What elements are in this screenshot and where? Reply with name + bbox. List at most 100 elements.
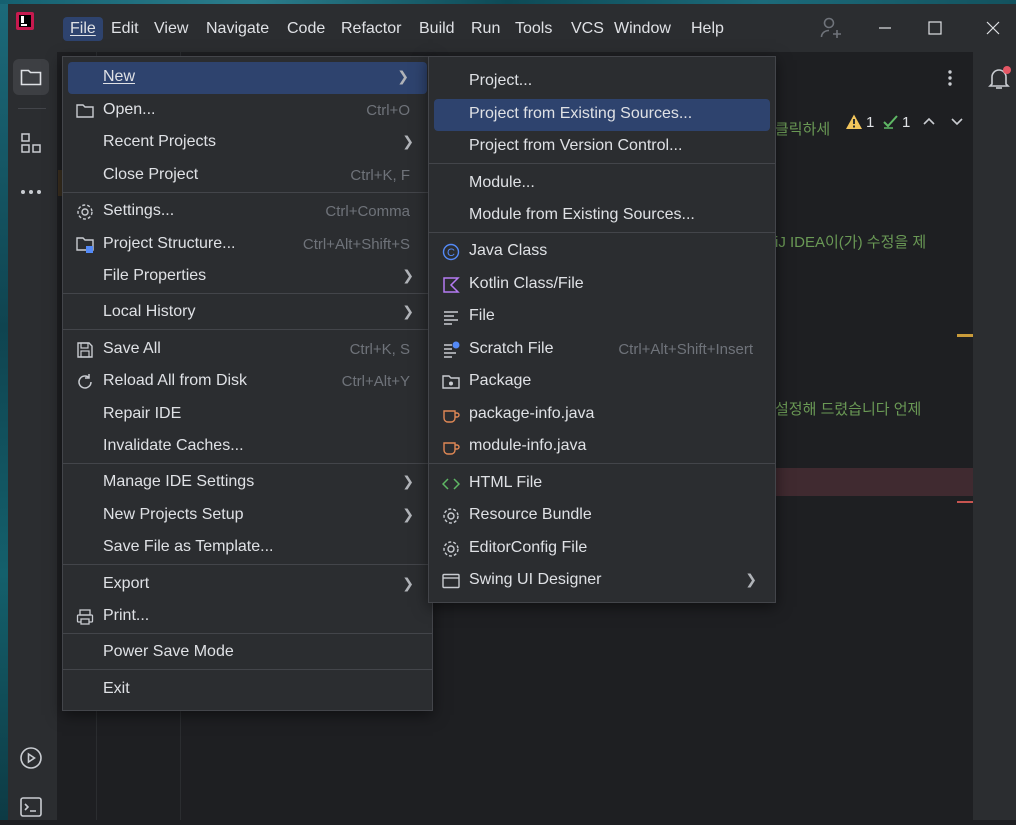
menu-navigate[interactable]: Navigate [199, 17, 276, 41]
menu-build[interactable]: Build [412, 17, 462, 41]
file-menu-save-all[interactable]: Save All Ctrl+K, S [63, 334, 432, 366]
new-project-from-vcs[interactable]: Project from Version Control... [429, 131, 775, 163]
file-menu-close-project[interactable]: Close Project Ctrl+K, F [63, 160, 432, 192]
svg-text:C: C [447, 247, 455, 259]
menu-separator [429, 463, 775, 464]
save-icon [75, 340, 95, 360]
menu-help[interactable]: Help [684, 17, 731, 41]
new-java-class[interactable]: C Java Class [429, 236, 775, 268]
new-resource-bundle[interactable]: Resource Bundle [429, 500, 775, 532]
new-package-info[interactable]: package-info.java [429, 399, 775, 431]
menu-separator [63, 329, 432, 330]
file-menu-reload-all[interactable]: Reload All from Disk Ctrl+Alt+Y [63, 366, 432, 398]
new-module[interactable]: Module... [429, 168, 775, 200]
desktop-background [0, 0, 8, 820]
check-count: 1 [902, 114, 911, 131]
file-menu-project-structure[interactable]: Project Structure... Ctrl+Alt+Shift+S [63, 229, 432, 261]
services-icon[interactable] [13, 740, 49, 776]
chevron-right-icon: ❯ [402, 473, 414, 489]
menu-window[interactable]: Window [607, 17, 678, 41]
folder-icon [75, 101, 95, 121]
menu-separator [63, 463, 432, 464]
file-menu-recent-projects[interactable]: Recent Projects ❯ [63, 127, 432, 159]
printer-icon [75, 607, 95, 627]
scratch-file-icon [441, 340, 461, 360]
file-menu-print[interactable]: Print... [63, 601, 432, 633]
package-icon [441, 372, 461, 392]
new-project[interactable]: Project... [429, 66, 775, 98]
file-menu-repair-ide[interactable]: Repair IDE [63, 399, 432, 431]
chevron-right-icon: ❯ [402, 303, 414, 319]
editor-text-line: 설정해 드렸습니다 언제 [775, 401, 922, 418]
gear-icon [75, 202, 95, 222]
java-file-icon [441, 437, 461, 457]
chevron-down-icon[interactable] [950, 114, 966, 130]
new-module-info[interactable]: module-info.java [429, 431, 775, 463]
menu-separator [63, 192, 432, 193]
tool-window-strip [8, 52, 58, 820]
more-tools-icon[interactable] [13, 174, 49, 210]
warning-icon[interactable] [845, 113, 865, 133]
menu-code[interactable]: Code [280, 17, 332, 41]
new-scratch-file[interactable]: Scratch File Ctrl+Alt+Shift+Insert [429, 334, 775, 366]
kotlin-icon [441, 275, 461, 295]
menu-separator [63, 669, 432, 670]
file-menu-file-properties[interactable]: File Properties ❯ [63, 261, 432, 293]
chevron-up-icon[interactable] [922, 114, 938, 130]
java-file-icon [441, 405, 461, 425]
menu-file[interactable]: File [63, 17, 103, 41]
file-menu-settings[interactable]: Settings... Ctrl+Comma [63, 196, 432, 228]
file-menu-new[interactable]: New ❯ [68, 62, 427, 94]
file-menu: New ❯ Open... Ctrl+O Recent Projects ❯ C… [62, 56, 433, 711]
menu-separator [429, 163, 775, 164]
menu-separator [63, 564, 432, 565]
right-tool-strip [973, 52, 1016, 820]
new-editorconfig-file[interactable]: EditorConfig File [429, 533, 775, 565]
new-swing-ui-designer[interactable]: Swing UI Designer ❯ [429, 565, 775, 597]
project-folder-icon[interactable] [13, 59, 49, 95]
typo-check-icon[interactable] [882, 113, 900, 133]
gear-icon [441, 539, 461, 559]
new-module-from-existing-sources[interactable]: Module from Existing Sources... [429, 200, 775, 232]
file-menu-export[interactable]: Export ❯ [63, 569, 432, 601]
scrollbar-warning-mark [957, 334, 973, 337]
menu-refactor[interactable]: Refactor [334, 17, 408, 41]
new-kotlin-class[interactable]: Kotlin Class/File [429, 269, 775, 301]
chevron-right-icon: ❯ [402, 506, 414, 522]
menu-run[interactable]: Run [464, 17, 507, 41]
html-icon [441, 474, 461, 494]
menu-separator [429, 232, 775, 233]
file-menu-manage-ide-settings[interactable]: Manage IDE Settings ❯ [63, 467, 432, 499]
new-html-file[interactable]: HTML File [429, 468, 775, 500]
new-package[interactable]: Package [429, 366, 775, 398]
maximize-button[interactable] [915, 10, 955, 46]
file-menu-power-save-mode[interactable]: Power Save Mode [63, 637, 432, 669]
chevron-right-icon: ❯ [745, 571, 757, 587]
new-project-from-existing-sources[interactable]: Project from Existing Sources... [434, 99, 770, 131]
close-button[interactable] [973, 10, 1013, 46]
file-menu-open[interactable]: Open... Ctrl+O [63, 95, 432, 127]
file-menu-save-as-template[interactable]: Save File as Template... [63, 532, 432, 564]
chevron-right-icon: ❯ [397, 68, 409, 84]
menu-tools[interactable]: Tools [508, 17, 559, 41]
project-structure-icon [75, 235, 95, 255]
warning-count: 1 [866, 114, 875, 131]
file-menu-exit[interactable]: Exit [63, 674, 432, 706]
notifications-bell-icon[interactable] [986, 65, 1012, 91]
more-options-icon[interactable] [938, 66, 962, 90]
minimize-button[interactable] [865, 10, 905, 46]
menu-view[interactable]: View [147, 17, 195, 41]
file-menu-new-projects-setup[interactable]: New Projects Setup ❯ [63, 500, 432, 532]
menu-vcs[interactable]: VCS [564, 17, 611, 41]
file-menu-local-history[interactable]: Local History ❯ [63, 297, 432, 329]
window-icon [441, 571, 461, 591]
menu-edit[interactable]: Edit [104, 17, 146, 41]
chevron-right-icon: ❯ [402, 133, 414, 149]
intellij-logo-icon[interactable] [16, 12, 34, 30]
new-file[interactable]: File [429, 301, 775, 333]
structure-icon[interactable] [13, 125, 49, 161]
menu-separator [63, 293, 432, 294]
menu-separator [63, 633, 432, 634]
file-menu-invalidate-caches[interactable]: Invalidate Caches... [63, 431, 432, 463]
add-user-icon[interactable] [812, 10, 852, 46]
